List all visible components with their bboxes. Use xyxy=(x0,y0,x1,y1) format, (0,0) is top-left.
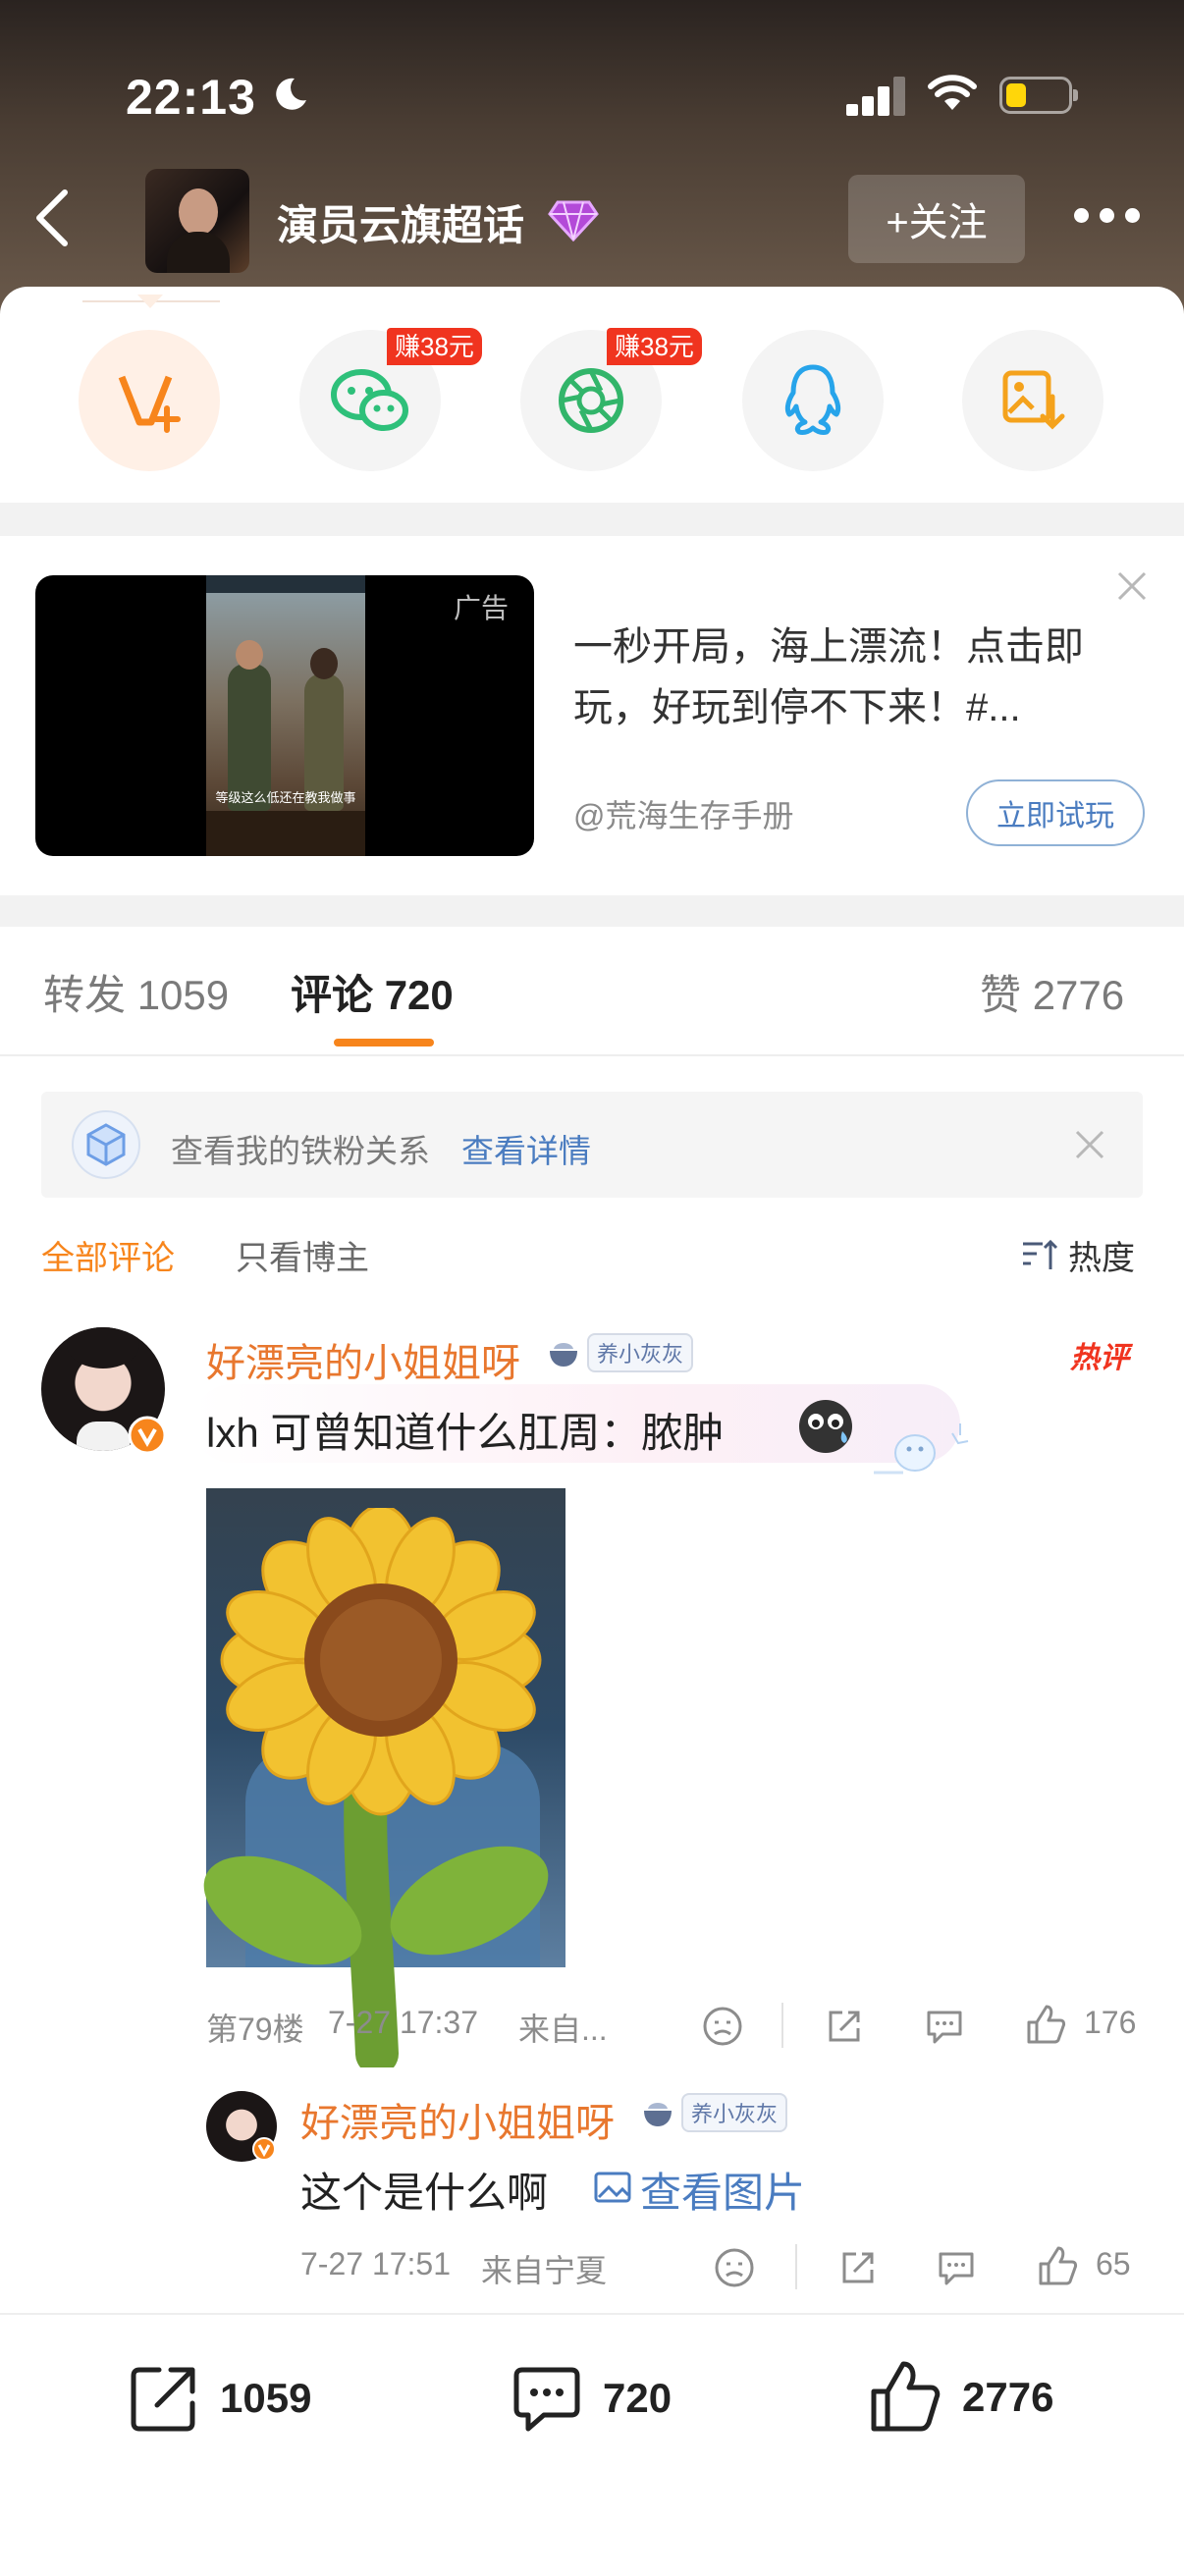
more-icon[interactable] xyxy=(1074,206,1143,226)
bottom-repost-count: 1059 xyxy=(220,2375,312,2421)
close-banner-icon[interactable] xyxy=(1074,1129,1105,1160)
bottom-repost-button[interactable]: 1059 xyxy=(126,2360,311,2437)
tab-reposts-count: 1059 xyxy=(136,972,230,1018)
bottom-action-bar xyxy=(0,2313,1184,2576)
comment-time: 7-27 17:37 xyxy=(328,2005,479,2040)
qq-icon xyxy=(784,364,841,435)
topic-title: 演员云旗超话 xyxy=(277,202,525,248)
ad-try-button[interactable]: 立即试玩 xyxy=(966,779,1145,846)
sort-icon xyxy=(1023,1239,1058,1269)
repost-comment-icon[interactable] xyxy=(823,2005,866,2048)
meta-divider xyxy=(781,2003,783,2048)
hot-comment-tag: 热评 xyxy=(1070,1342,1129,1374)
tab-likes-label: 赞 xyxy=(980,972,1022,1018)
bowl-icon xyxy=(550,1343,577,1367)
tab-comments-label: 评论 xyxy=(291,972,374,1018)
filter-author-only[interactable]: 只看博主 xyxy=(236,1231,369,1279)
ad-source[interactable]: @荒海生存手册 xyxy=(573,791,794,836)
wifi-icon xyxy=(928,75,977,110)
section-divider xyxy=(0,503,1184,536)
moon-icon xyxy=(276,78,306,110)
share-qq-button[interactable] xyxy=(742,330,884,471)
ad-video-caption: 等级这么低还在教我做事 xyxy=(215,790,356,805)
thumbs-up-icon xyxy=(871,2361,941,2432)
reply-icon[interactable] xyxy=(923,2005,966,2048)
battery-icon xyxy=(999,77,1078,114)
comment-like-count: 176 xyxy=(1084,2005,1137,2040)
dislike-icon[interactable] xyxy=(701,2005,744,2048)
ad-label: 广告 xyxy=(454,593,510,623)
signal-icon xyxy=(846,75,905,116)
repost-icon xyxy=(131,2367,195,2432)
sunflower-sticker-icon xyxy=(203,1508,549,2067)
tab-active-indicator xyxy=(334,1039,434,1046)
section-divider xyxy=(0,895,1184,927)
sort-hot-button[interactable]: 热度 xyxy=(1021,1231,1135,1279)
meta-divider xyxy=(795,2244,797,2289)
reply-user-name[interactable]: 好漂亮的小姐姐呀 xyxy=(300,2091,615,2148)
reply-repost-icon[interactable] xyxy=(836,2246,880,2289)
earn-tag: 赚38元 xyxy=(607,328,702,365)
tab-reposts-label: 转发 xyxy=(43,972,127,1018)
tab-reposts[interactable]: 转发 1059 xyxy=(43,962,229,1022)
ad-video[interactable]: 等级这么低还在教我做事 广告 xyxy=(35,575,534,856)
tab-comments[interactable]: 评论 720 xyxy=(291,962,454,1022)
ad-thumbnail xyxy=(206,575,365,856)
v-plus-icon xyxy=(118,375,181,433)
bottom-like-count: 2776 xyxy=(962,2374,1054,2420)
commenter-name[interactable]: 好漂亮的小姐姐呀 xyxy=(206,1331,520,1388)
save-image-icon xyxy=(1002,370,1065,430)
tab-divider xyxy=(0,1054,1184,1056)
tab-likes[interactable]: 赞 2776 xyxy=(980,962,1124,1022)
follow-button[interactable]: +关注 xyxy=(848,175,1025,263)
reply-location: 来自宁夏 xyxy=(481,2253,608,2288)
comment-floor: 第79楼 xyxy=(206,2012,304,2047)
reply-text: 这个是什么啊 xyxy=(300,2170,549,2216)
bubble-decoration-icon xyxy=(874,1423,969,1475)
comment-text: lxh 可曾知道什么肛周：脓肿 xyxy=(206,1410,725,1456)
view-image-link[interactable]: 查看图片 xyxy=(640,2160,805,2220)
topic-avatar[interactable] xyxy=(145,169,249,273)
sort-label: 热度 xyxy=(1068,1240,1135,1277)
reply-fan-badge-label: 养小灰灰 xyxy=(681,2093,788,2132)
fans-banner-link[interactable]: 查看详情 xyxy=(461,1125,591,1172)
moments-icon xyxy=(559,368,623,433)
sweat-emoji-icon xyxy=(799,1400,852,1453)
verified-icon xyxy=(128,1416,167,1455)
fans-cube-icon xyxy=(72,1110,140,1179)
reply-time: 7-27 17:51 xyxy=(300,2246,452,2281)
reply-verified-icon xyxy=(252,2137,276,2161)
like-icon[interactable] xyxy=(1023,2003,1068,2048)
fan-badge: 养小灰灰 xyxy=(546,1333,694,1372)
share-save-image-button[interactable] xyxy=(962,330,1103,471)
status-time: 22:13 xyxy=(126,70,256,125)
comment-icon xyxy=(513,2367,580,2432)
tab-likes-count: 2776 xyxy=(1032,972,1125,1018)
reply-fan-badge: 养小灰灰 xyxy=(640,2093,788,2132)
diamond-icon xyxy=(548,200,599,242)
pointer-icon xyxy=(137,295,163,308)
fan-badge-label: 养小灰灰 xyxy=(587,1333,694,1372)
bottom-comment-button[interactable]: 720 xyxy=(509,2360,672,2437)
wechat-icon xyxy=(331,369,408,431)
bottom-comment-count: 720 xyxy=(603,2375,673,2421)
fans-banner-text: 查看我的铁粉关系 xyxy=(171,1133,430,1169)
comment-location: 来自... xyxy=(518,2012,608,2047)
reply-like-count: 65 xyxy=(1096,2246,1131,2281)
reply-dislike-icon[interactable] xyxy=(713,2246,756,2289)
share-weibo-button[interactable] xyxy=(79,330,220,471)
bottom-like-button[interactable]: 2776 xyxy=(866,2358,1053,2437)
reply-like-icon[interactable] xyxy=(1035,2244,1080,2289)
filter-all-comments[interactable]: 全部评论 xyxy=(41,1231,175,1279)
bowl-icon xyxy=(644,2103,672,2126)
tab-comments-count: 720 xyxy=(384,972,454,1018)
image-icon xyxy=(594,2172,631,2203)
earn-tag: 赚38元 xyxy=(387,328,482,365)
reply-reply-icon[interactable] xyxy=(935,2246,978,2289)
back-icon[interactable] xyxy=(29,187,73,249)
ad-text[interactable]: 一秒开局，海上漂流！点击即玩，好玩到停不下来！#... xyxy=(573,617,1123,738)
close-ad-icon[interactable] xyxy=(1115,569,1149,603)
